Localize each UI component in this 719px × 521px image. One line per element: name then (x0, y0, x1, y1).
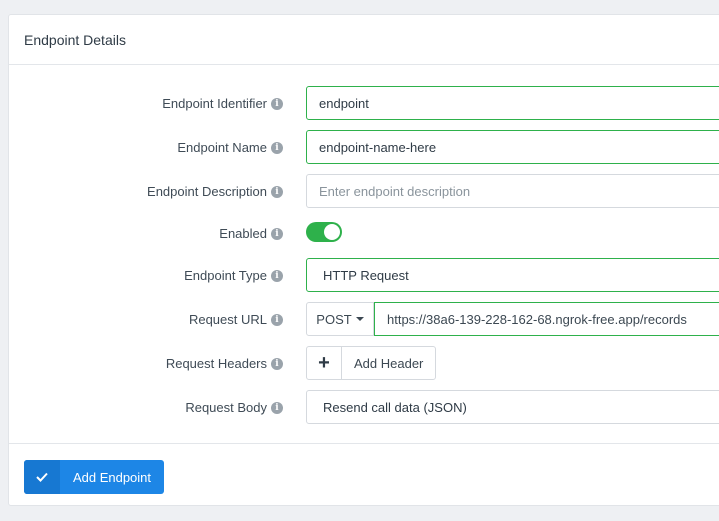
panel-footer: Add Endpoint (9, 443, 719, 494)
request-headers-label: Request Headers i (166, 356, 283, 371)
endpoint-name-label: Endpoint Name i (177, 140, 283, 155)
request-url-input[interactable]: https://38a6-139-228-162-68.ngrok-free.a… (374, 302, 719, 336)
row-request-headers: Request Headers i + Add Header (9, 346, 719, 380)
endpoint-name-input[interactable]: endpoint-name-here (306, 130, 719, 164)
row-endpoint-description: Endpoint Description i Enter endpoint de… (9, 174, 719, 208)
endpoint-identifier-label: Endpoint Identifier i (162, 96, 283, 111)
endpoint-type-select[interactable]: HTTP Request (306, 258, 719, 292)
add-endpoint-button[interactable]: Add Endpoint (24, 460, 164, 494)
info-icon[interactable]: i (271, 269, 283, 282)
row-request-body: Request Body i Resend call data (JSON) (9, 390, 719, 424)
endpoint-description-label: Endpoint Description i (147, 184, 283, 199)
info-icon[interactable]: i (271, 227, 283, 240)
check-icon (24, 460, 60, 494)
request-url-label: Request URL i (189, 312, 283, 327)
endpoint-details-panel: Endpoint Details Endpoint Identifier i e… (8, 14, 719, 506)
endpoint-type-label: Endpoint Type i (184, 268, 283, 283)
plus-icon: + (307, 347, 342, 379)
row-endpoint-name: Endpoint Name i endpoint-name-here (9, 130, 719, 164)
info-icon[interactable]: i (271, 313, 283, 326)
request-body-select[interactable]: Resend call data (JSON) (306, 390, 719, 424)
endpoint-identifier-input[interactable]: endpoint (306, 86, 719, 120)
add-header-button[interactable]: + Add Header (306, 346, 437, 380)
row-endpoint-identifier: Endpoint Identifier i endpoint (9, 86, 719, 120)
request-method-dropdown[interactable]: POST (306, 302, 374, 336)
info-icon[interactable]: i (271, 357, 283, 370)
info-icon[interactable]: i (271, 185, 283, 198)
endpoint-description-input[interactable]: Enter endpoint description (306, 174, 719, 208)
info-icon[interactable]: i (271, 97, 283, 110)
caret-down-icon (355, 317, 364, 321)
info-icon[interactable]: i (271, 141, 283, 154)
request-body-label: Request Body i (185, 400, 283, 415)
panel-title: Endpoint Details (9, 15, 719, 65)
enabled-label: Enabled i (219, 226, 283, 241)
row-enabled: Enabled i (9, 222, 719, 242)
row-request-url: Request URL i POST https://38a6-139-228-… (9, 302, 719, 336)
toggle-knob (324, 224, 340, 240)
info-icon[interactable]: i (271, 401, 283, 414)
row-endpoint-type: Endpoint Type i HTTP Request (9, 258, 719, 292)
enabled-toggle[interactable] (306, 222, 342, 242)
